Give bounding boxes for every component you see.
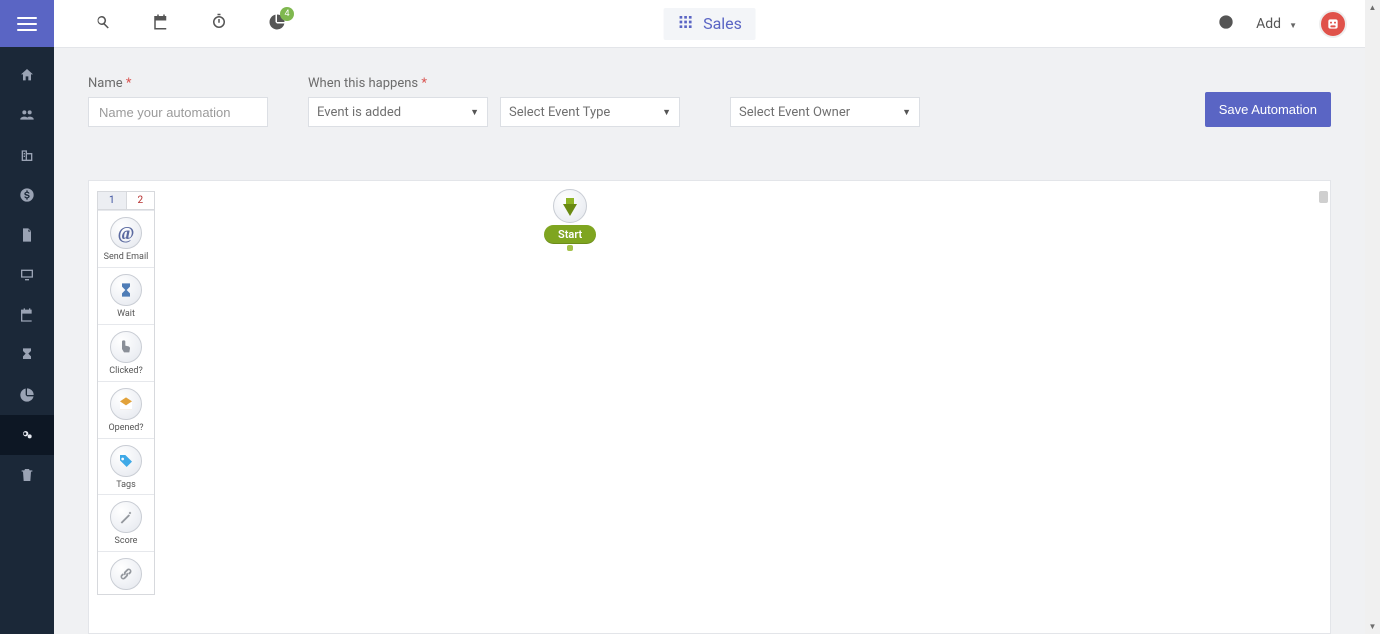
trigger-field-group: When this happens * Event is added ▼ Sel… [308,76,680,127]
event-type-select[interactable]: Select Event Type ▼ [500,97,680,127]
palette-label-score: Score [113,537,140,547]
palette-item-wait[interactable]: Wait [98,267,154,324]
wand-icon [110,501,142,533]
start-circle-icon [553,189,587,223]
contrast-icon [1218,14,1234,30]
menu-toggle-button[interactable] [0,0,54,47]
theme-toggle-button[interactable] [1218,14,1234,34]
sidebar-item-calendar[interactable] [0,295,54,335]
add-button[interactable]: Add [1256,16,1297,32]
name-label: Name * [88,76,268,91]
sidebar-item-reports[interactable] [0,375,54,415]
hand-click-icon [110,331,142,363]
trigger-select-value: Event is added [317,105,401,120]
sidebar-item-web[interactable] [0,255,54,295]
avatar[interactable] [1319,10,1347,38]
spacer-label [730,76,920,91]
trigger-label: When this happens * [308,76,680,91]
header-right-group: Add [1218,10,1365,38]
hourglass-icon [110,274,142,306]
save-automation-button[interactable]: Save Automation [1205,92,1331,127]
sidebar-item-home[interactable] [0,55,54,95]
calendar-button[interactable] [152,13,170,35]
timer-button[interactable] [210,13,228,35]
palette-tab-2[interactable]: 2 [126,192,155,209]
monitor-icon [19,267,35,283]
sidebar-nav [0,47,54,495]
start-chip-label: Start [544,225,596,244]
stopwatch-icon [210,13,228,31]
palette-item-score[interactable]: Score [98,494,154,551]
palette-item-tags[interactable]: Tags [98,438,154,495]
event-type-placeholder: Select Event Type [509,105,610,120]
dollar-icon [19,187,35,203]
envelope-open-icon [110,388,142,420]
left-sidebar [0,0,54,634]
palette-tab-1[interactable]: 1 [98,192,126,209]
chevron-down-icon [1285,16,1297,32]
palette-label-clicked: Clicked? [107,367,145,377]
top-header: 4 Sales Add [54,0,1365,48]
palette-item-link[interactable] [98,551,154,594]
name-field-group: Name * [88,76,268,127]
window-scrollbar: ▲ ▼ [1365,0,1380,634]
calendar-icon [19,307,35,323]
search-button[interactable] [94,13,112,35]
palette-label-wait: Wait [115,310,137,320]
hamburger-icon [17,17,37,31]
gears-icon [19,427,35,443]
apps-grid-icon [677,14,693,34]
palette-item-clicked[interactable]: Clicked? [98,324,154,381]
people-icon [19,107,35,123]
building-icon [19,147,35,163]
palette-tabs: 1 2 [98,192,154,210]
automation-name-input[interactable] [88,97,268,127]
home-icon [19,67,35,83]
chevron-down-icon: ▼ [470,107,479,118]
scroll-down-arrow[interactable]: ▼ [1365,619,1380,634]
reports-button[interactable]: 4 [268,13,286,35]
palette-item-send-email[interactable]: @ Send Email [98,210,154,267]
automation-form-row: Name * When this happens * Event is adde… [54,48,1365,149]
sidebar-item-documents[interactable] [0,215,54,255]
workflow-canvas[interactable]: 1 2 @ Send Email Wait Clicked? [88,180,1331,634]
notification-badge: 4 [280,7,294,21]
node-palette: 1 2 @ Send Email Wait Clicked? [97,191,155,595]
start-connector-handle[interactable] [567,245,573,251]
link-icon [110,558,142,590]
trash-icon [19,467,35,483]
palette-item-opened[interactable]: Opened? [98,381,154,438]
document-icon [19,227,35,243]
sidebar-item-contacts[interactable] [0,95,54,135]
trigger-select[interactable]: Event is added ▼ [308,97,488,127]
pie-chart-icon [19,387,35,403]
event-owner-placeholder: Select Event Owner [739,105,850,120]
app-switcher[interactable]: Sales [663,8,756,40]
event-owner-field-group: Select Event Owner ▼ [730,76,920,127]
sidebar-item-trash[interactable] [0,455,54,495]
chevron-down-icon: ▼ [902,107,911,118]
hourglass-icon [19,347,35,363]
tag-icon [110,445,142,477]
sidebar-item-automation[interactable] [0,415,54,455]
start-node[interactable]: Start [544,189,596,251]
canvas-scroll-thumb[interactable] [1319,191,1328,203]
add-button-label: Add [1256,16,1281,32]
avatar-face-icon [1325,16,1341,32]
content-area: Name * When this happens * Event is adde… [54,48,1365,634]
calendar-outline-icon [152,13,170,31]
sidebar-item-deals[interactable] [0,175,54,215]
search-icon [94,13,112,31]
scroll-up-arrow[interactable]: ▲ [1365,0,1380,15]
palette-label-tags: Tags [114,481,137,491]
palette-label-opened: Opened? [106,424,145,434]
sidebar-item-activities[interactable] [0,335,54,375]
chevron-down-icon: ▼ [662,107,671,118]
at-sign-icon: @ [110,217,142,249]
app-switcher-label: Sales [703,14,742,33]
event-owner-select[interactable]: Select Event Owner ▼ [730,97,920,127]
palette-label-send-email: Send Email [102,253,151,263]
header-left-group: 4 [54,13,286,35]
sidebar-item-companies[interactable] [0,135,54,175]
